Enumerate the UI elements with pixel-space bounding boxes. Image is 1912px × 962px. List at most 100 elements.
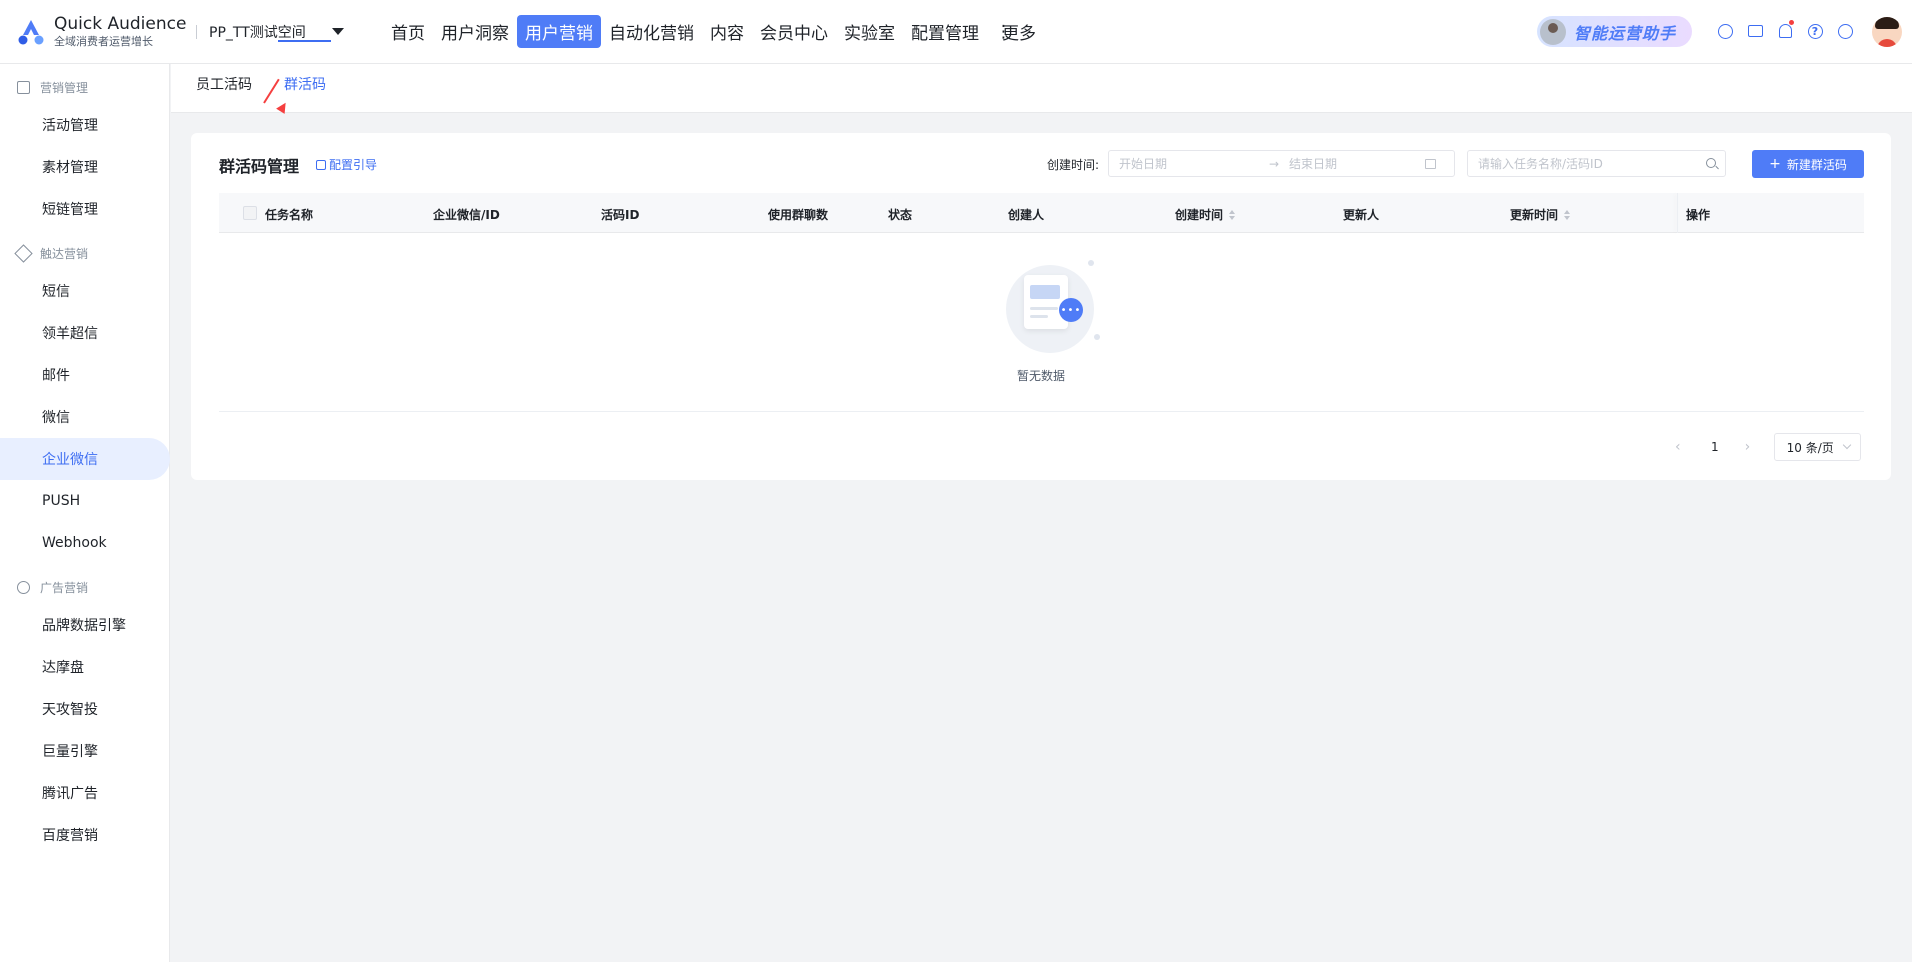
guide-icon bbox=[316, 159, 326, 170]
bell-icon[interactable] bbox=[1776, 20, 1794, 40]
col-create-time-label: 创建时间 bbox=[1175, 208, 1224, 222]
config-guide-link[interactable]: 配置引导 bbox=[316, 156, 377, 173]
table-bottom-divider bbox=[219, 411, 1864, 412]
nav-item-config[interactable]: 配置管理 bbox=[903, 15, 987, 48]
nav-item-membership[interactable]: 会员中心 bbox=[752, 15, 836, 48]
sidebar-group-label: 触达营销 bbox=[40, 246, 89, 261]
config-guide-label: 配置引导 bbox=[329, 158, 378, 172]
next-page-icon[interactable]: › bbox=[1745, 439, 1755, 455]
panel-title: 群活码管理 bbox=[219, 157, 300, 176]
col-create-time[interactable]: 创建时间 bbox=[1175, 206, 1236, 223]
sidebar-item-tiangong[interactable]: 天攻智投 bbox=[0, 688, 169, 730]
nav-item-automation[interactable]: 自动化营销 bbox=[601, 15, 702, 48]
logo-icon bbox=[18, 19, 44, 44]
calendar-icon bbox=[1425, 158, 1436, 169]
arrow-right-icon: → bbox=[1269, 156, 1280, 171]
sort-icon[interactable] bbox=[1229, 209, 1236, 220]
main-nav: 首页 用户洞察 用户营销 自动化营销 内容 会员中心 实验室 配置管理 ⋮ 更多 bbox=[383, 15, 1044, 48]
app-subtitle: 全域消费者运营增长 bbox=[54, 34, 153, 48]
sidebar-item-damopan[interactable]: 达摩盘 bbox=[0, 646, 169, 688]
send-icon bbox=[14, 243, 33, 263]
search-placeholder: 请输入任务名称/活码ID bbox=[1478, 157, 1603, 171]
workspace-selector[interactable]: PP_TT测试空间 bbox=[209, 22, 379, 42]
col-code-id: 活码ID bbox=[601, 208, 640, 222]
end-date-input[interactable]: 结束日期 bbox=[1289, 155, 1419, 172]
sidebar-item-shortlink[interactable]: 短链管理 bbox=[0, 188, 169, 230]
pagination: ‹ 1 › 10 条/页 bbox=[1675, 433, 1861, 461]
nav-item-content[interactable]: 内容 bbox=[702, 15, 752, 48]
sidebar-item-wecom[interactable]: 企业微信 bbox=[0, 438, 170, 480]
start-date-input[interactable]: 开始日期 bbox=[1119, 155, 1269, 172]
sidebar-item-email[interactable]: 邮件 bbox=[0, 354, 169, 396]
fixed-column-divider bbox=[1677, 193, 1678, 233]
col-group-count: 使用群聊数 bbox=[768, 208, 829, 222]
sidebar-item-ocean-engine[interactable]: 巨量引擎 bbox=[0, 730, 169, 772]
tab-staff-code[interactable]: 员工活码 bbox=[196, 74, 252, 94]
sidebar-group-ads: 广告营销 bbox=[0, 570, 169, 604]
sort-icon[interactable] bbox=[1564, 209, 1571, 220]
layers-icon bbox=[17, 80, 30, 94]
app-logo[interactable]: Quick Audience 全域消费者运营增长 bbox=[0, 14, 196, 50]
search-icon[interactable] bbox=[1706, 158, 1716, 168]
nav-item-home[interactable]: 首页 bbox=[383, 15, 433, 48]
nav-more-button[interactable]: ⋮ 更多 bbox=[987, 15, 1044, 48]
group-code-panel: 群活码管理 配置引导 创建时间: 开始日期 → 结束日期 请输入任务名称/活码I… bbox=[191, 133, 1891, 480]
help-icon[interactable]: ? bbox=[1806, 22, 1824, 40]
col-status: 状态 bbox=[888, 208, 913, 222]
page-number[interactable]: 1 bbox=[1711, 440, 1719, 454]
search-input[interactable]: 请输入任务名称/活码ID bbox=[1467, 150, 1726, 177]
sidebar-group-label: 营销管理 bbox=[40, 80, 89, 95]
top-header: Quick Audience 全域消费者运营增长 PP_TT测试空间 首页 用户… bbox=[0, 0, 1912, 64]
sidebar-item-material[interactable]: 素材管理 bbox=[0, 146, 169, 188]
notification-dot bbox=[1789, 20, 1794, 25]
sidebar: 营销管理 活动管理 素材管理 短链管理 触达营销 短信 领羊超信 邮件 微信 企… bbox=[0, 64, 170, 962]
col-actions: 操作 bbox=[1686, 208, 1711, 222]
user-avatar[interactable] bbox=[1872, 17, 1902, 47]
nav-item-user-insight[interactable]: 用户洞察 bbox=[433, 15, 517, 48]
sidebar-item-wechat[interactable]: 微信 bbox=[0, 396, 169, 438]
settings-icon[interactable] bbox=[1716, 22, 1734, 40]
col-wecom-id: 企业微信/ID bbox=[433, 208, 500, 222]
col-updater: 更新人 bbox=[1343, 208, 1380, 222]
nav-more-label: 更多 bbox=[1002, 24, 1036, 44]
create-time-label: 创建时间: bbox=[1047, 158, 1100, 172]
ai-assistant-button[interactable]: 智能运营助手 bbox=[1537, 16, 1692, 47]
globe-icon[interactable] bbox=[1836, 22, 1854, 40]
sidebar-item-tencent-ads[interactable]: 腾讯广告 bbox=[0, 772, 169, 814]
workspace-separator bbox=[196, 24, 197, 39]
col-update-time[interactable]: 更新时间 bbox=[1510, 206, 1571, 223]
new-group-code-button[interactable]: + 新建群活码 bbox=[1752, 150, 1864, 178]
sidebar-item-baidu[interactable]: 百度营销 bbox=[0, 814, 169, 856]
col-creator: 创建人 bbox=[1008, 208, 1045, 222]
sidebar-group-label: 广告营销 bbox=[40, 580, 89, 595]
active-tab-indicator bbox=[278, 40, 331, 42]
nav-item-user-marketing[interactable]: 用户营销 bbox=[517, 15, 601, 48]
share-icon bbox=[17, 580, 30, 594]
sidebar-item-sms[interactable]: 短信 bbox=[0, 270, 169, 312]
plus-icon: + bbox=[1769, 156, 1781, 172]
date-range-picker[interactable]: 开始日期 → 结束日期 bbox=[1108, 150, 1455, 177]
sidebar-group-marketing-mgmt: 营销管理 bbox=[0, 70, 169, 104]
nav-item-lab[interactable]: 实验室 bbox=[836, 15, 903, 48]
sidebar-item-push[interactable]: PUSH bbox=[0, 480, 169, 522]
page-size-value: 10 条/页 bbox=[1786, 440, 1834, 455]
chevron-down-icon bbox=[1842, 440, 1851, 450]
prev-page-icon[interactable]: ‹ bbox=[1675, 439, 1685, 455]
empty-state-illustration: ••• bbox=[1004, 260, 1100, 353]
caret-down-icon bbox=[331, 28, 344, 35]
page-size-select[interactable]: 10 条/页 bbox=[1773, 433, 1861, 461]
workspace-name: PP_TT测试空间 bbox=[209, 24, 306, 41]
header-icons: ? bbox=[1716, 20, 1866, 40]
chat-bubble-icon: ••• bbox=[1059, 298, 1083, 322]
sidebar-item-webhook[interactable]: Webhook bbox=[0, 522, 169, 564]
sidebar-item-brand-engine[interactable]: 品牌数据引擎 bbox=[0, 604, 169, 646]
briefcase-icon[interactable] bbox=[1746, 22, 1764, 40]
sidebar-item-activity[interactable]: 活动管理 bbox=[0, 104, 169, 146]
empty-state-text: 暂无数据 bbox=[1016, 369, 1065, 383]
tab-group-code[interactable]: 群活码 bbox=[284, 74, 326, 94]
assistant-avatar bbox=[1540, 18, 1566, 45]
new-group-code-label: 新建群活码 bbox=[1786, 157, 1847, 172]
sidebar-item-super-message[interactable]: 领羊超信 bbox=[0, 312, 169, 354]
select-all-checkbox[interactable] bbox=[243, 206, 257, 220]
assistant-label: 智能运营助手 bbox=[1574, 23, 1677, 43]
